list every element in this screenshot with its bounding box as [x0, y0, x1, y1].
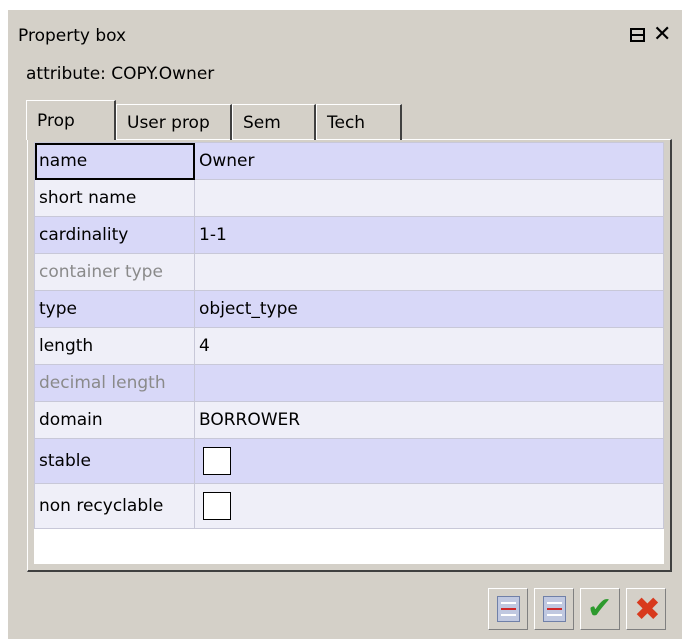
table-row: name Owner [34, 142, 664, 180]
tab-prop[interactable]: Prop [26, 100, 116, 140]
tab-user-prop[interactable]: User prop [116, 104, 232, 140]
property-value[interactable]: 4 [194, 327, 664, 365]
panel-title: Property box [18, 26, 127, 46]
document-button-1[interactable] [488, 588, 528, 630]
close-icon[interactable]: ✕ [653, 24, 671, 46]
table-row: domain BORROWER [34, 401, 664, 439]
property-key[interactable]: name [34, 142, 195, 180]
table-row: decimal length [34, 364, 664, 402]
cancel-button[interactable]: ✖ [626, 588, 666, 630]
table-row: stable [34, 438, 664, 484]
document-button-2[interactable] [534, 588, 574, 630]
property-key[interactable]: short name [34, 179, 195, 217]
property-key[interactable]: type [34, 290, 195, 328]
tab-tech[interactable]: Tech [316, 104, 402, 140]
property-value[interactable]: 1-1 [194, 216, 664, 254]
property-key[interactable]: cardinality [34, 216, 195, 254]
table-row: length 4 [34, 327, 664, 365]
non-recyclable-checkbox[interactable] [203, 492, 231, 520]
cancel-x-icon: ✖ [634, 590, 661, 628]
property-key[interactable]: non recyclable [34, 483, 195, 529]
property-key[interactable]: domain [34, 401, 195, 439]
document-icon [497, 596, 520, 622]
property-key: decimal length [34, 364, 195, 402]
stable-checkbox[interactable] [203, 447, 231, 475]
tab-sem[interactable]: Sem [232, 104, 316, 140]
property-value [194, 438, 664, 484]
table-row: cardinality 1-1 [34, 216, 664, 254]
property-value[interactable]: BORROWER [194, 401, 664, 439]
button-bar: ✔ ✖ [488, 588, 666, 630]
property-key[interactable]: length [34, 327, 195, 365]
property-key: container type [34, 253, 195, 291]
property-value[interactable] [194, 179, 664, 217]
checkmark-icon: ✔ [587, 591, 613, 626]
table-row: container type [34, 253, 664, 291]
table-row: short name [34, 179, 664, 217]
property-value [194, 253, 664, 291]
property-key[interactable]: stable [34, 438, 195, 484]
table-row: non recyclable [34, 483, 664, 529]
attribute-label: attribute: COPY.Owner [26, 64, 215, 84]
property-value[interactable]: Owner [194, 142, 664, 180]
ok-button[interactable]: ✔ [580, 588, 620, 630]
table-row: type object_type [34, 290, 664, 328]
property-value [194, 364, 664, 402]
float-window-icon[interactable] [630, 28, 645, 42]
property-value [194, 483, 664, 529]
property-grid: name Owner short name cardinality 1-1 co… [34, 142, 664, 564]
property-value[interactable]: object_type [194, 290, 664, 328]
document-icon [543, 596, 566, 622]
